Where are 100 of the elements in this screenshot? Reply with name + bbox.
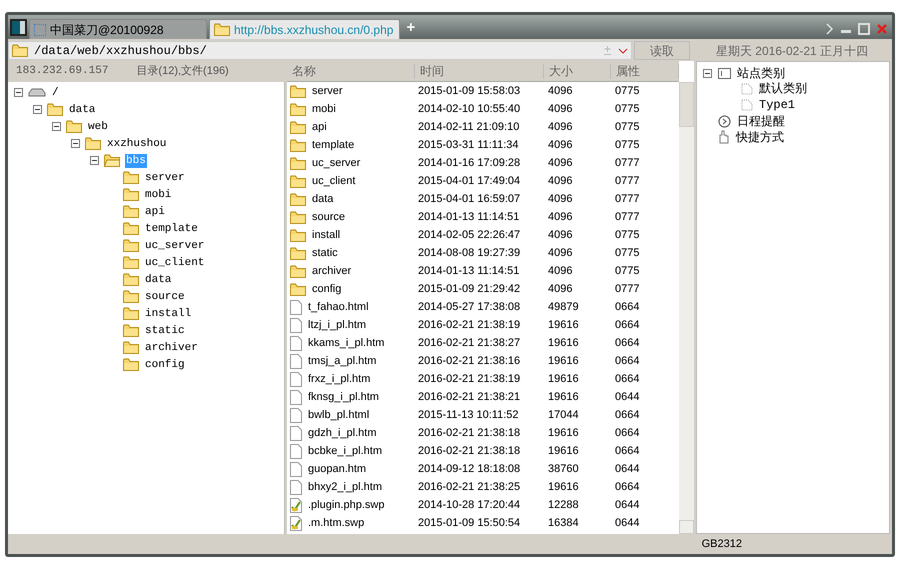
page-icon <box>741 83 753 95</box>
folder-icon <box>123 307 139 320</box>
side-tree-item[interactable]: 站点类别 <box>737 66 785 80</box>
file-permissions: 0775 <box>614 228 640 243</box>
file-permissions: 0664 <box>614 336 640 351</box>
tree-item[interactable]: web <box>87 120 109 134</box>
tree-item[interactable]: server <box>144 170 186 184</box>
tree-item[interactable]: install <box>144 306 192 320</box>
file-name[interactable]: ltzj_i_pl.htm <box>308 316 366 334</box>
file-name[interactable]: api <box>312 118 327 136</box>
folder-icon <box>123 222 139 235</box>
modified-time: 2014-01-13 11:14:51 <box>417 210 520 225</box>
collapse-toggle[interactable] <box>33 105 42 114</box>
item-count: 目录(12),文件(196) <box>136 64 229 80</box>
file-name[interactable]: fknsg_i_pl.htm <box>308 388 379 406</box>
folder-icon <box>290 102 306 116</box>
tree-item[interactable]: xxzhushou <box>106 136 168 150</box>
ip-address: 183.232.69.157 <box>16 64 108 80</box>
folder-icon <box>12 44 28 57</box>
collapse-toggle[interactable] <box>14 88 23 97</box>
app-icon[interactable] <box>10 19 27 36</box>
file-name[interactable]: uc_client <box>312 172 356 190</box>
maximize-icon[interactable] <box>858 23 870 35</box>
dropdown-caret-icon[interactable] <box>618 48 628 54</box>
modified-time: 2014-09-12 18:18:08 <box>417 462 522 477</box>
side-tree-item[interactable]: Type1 <box>759 98 796 112</box>
tree-item[interactable]: api <box>144 204 166 218</box>
file-name[interactable]: guopan.htm <box>308 460 366 478</box>
file-name[interactable]: t_fahao.html <box>308 298 369 316</box>
tree-item[interactable]: uc_server <box>144 238 206 252</box>
tab[interactable]: 中国菜刀@20100928 <box>29 19 207 39</box>
tree-item[interactable]: config <box>144 358 186 372</box>
file-name[interactable]: tmsj_a_pl.htm <box>308 352 376 370</box>
collapse-toggle[interactable] <box>71 139 80 148</box>
side-tree-item[interactable]: 默认类别 <box>759 82 807 96</box>
file-permissions: 0775 <box>614 84 640 99</box>
file-name[interactable]: archiver <box>312 262 352 280</box>
file-name[interactable]: frxz_i_pl.htm <box>308 370 370 388</box>
chevron-right-icon[interactable] <box>826 23 834 35</box>
read-button[interactable]: 读取 <box>634 41 690 60</box>
panel-icon <box>718 68 731 78</box>
file-name[interactable]: source <box>312 208 346 226</box>
file-permissions: 0777 <box>614 210 640 225</box>
file-name[interactable]: bwlb_pl.html <box>308 406 370 424</box>
file-size: 4096 <box>547 210 574 225</box>
file-name[interactable]: kkams_i_pl.htm <box>308 334 384 352</box>
file-permissions: 0775 <box>614 102 640 117</box>
column-header[interactable]: 大小 <box>544 64 611 78</box>
file-size: 4096 <box>547 156 574 171</box>
file-name[interactable]: gdzh_i_pl.htm <box>308 424 376 442</box>
file-icon <box>290 354 302 368</box>
folder-icon <box>290 138 306 152</box>
tree-item[interactable]: / <box>51 86 60 100</box>
file-size: 38760 <box>547 462 580 477</box>
file-size: 4096 <box>547 84 574 99</box>
file-size: 19616 <box>547 354 580 369</box>
file-permissions: 0644 <box>614 498 640 513</box>
file-name[interactable]: bhxy2_i_pl.htm <box>308 478 382 496</box>
modified-time: 2015-01-09 15:50:54 <box>417 516 522 531</box>
file-name[interactable]: template <box>312 136 354 154</box>
column-header[interactable]: 属性 <box>611 64 679 78</box>
folder-icon <box>123 341 139 354</box>
file-size: 12288 <box>547 498 580 513</box>
collapse-toggle[interactable] <box>703 68 712 78</box>
side-tree-item[interactable]: 快捷方式 <box>736 130 784 144</box>
tree-item[interactable]: static <box>144 324 186 338</box>
collapse-toggle[interactable] <box>90 156 99 165</box>
file-name[interactable]: .m.htm.swp <box>308 514 364 532</box>
column-header[interactable]: 时间 <box>415 64 544 78</box>
file-name[interactable]: static <box>312 244 338 262</box>
scrollbar[interactable] <box>679 82 694 534</box>
file-name[interactable]: mobi <box>312 100 336 118</box>
tree-item[interactable]: template <box>144 222 199 236</box>
modified-time: 2015-03-31 11:11:34 <box>417 138 520 153</box>
tree-item[interactable]: source <box>144 290 186 304</box>
tree-item[interactable]: data <box>144 272 172 286</box>
tree-item[interactable]: uc_client <box>144 256 206 270</box>
file-name[interactable]: data <box>312 190 334 208</box>
folder-icon <box>290 84 306 98</box>
file-name[interactable]: .plugin.php.swp <box>308 496 384 514</box>
file-icon <box>290 462 302 476</box>
file-permissions: 0664 <box>614 372 640 387</box>
tree-item[interactable]: archiver <box>144 340 199 354</box>
folder-icon <box>123 256 139 269</box>
tree-item[interactable]: mobi <box>144 188 172 202</box>
side-tree-item[interactable]: 日程提醒 <box>737 114 785 128</box>
file-name[interactable]: install <box>312 226 340 244</box>
new-tab-button[interactable]: + <box>402 19 420 37</box>
collapse-toggle[interactable] <box>52 122 61 131</box>
folder-icon <box>290 228 306 242</box>
path-field[interactable]: /data/web/xxzhushou/bbs/ <box>8 41 632 60</box>
file-size: 4096 <box>547 120 574 135</box>
file-name[interactable]: server <box>312 82 343 100</box>
edited-file-icon <box>290 498 302 512</box>
column-header[interactable]: 名称 <box>287 64 415 78</box>
file-name[interactable]: uc_server <box>312 154 360 172</box>
file-name[interactable]: bcbke_i_pl.htm <box>308 442 382 460</box>
tree-item[interactable]: data <box>68 102 96 116</box>
file-name[interactable]: config <box>312 280 342 298</box>
folder-icon <box>214 23 230 36</box>
